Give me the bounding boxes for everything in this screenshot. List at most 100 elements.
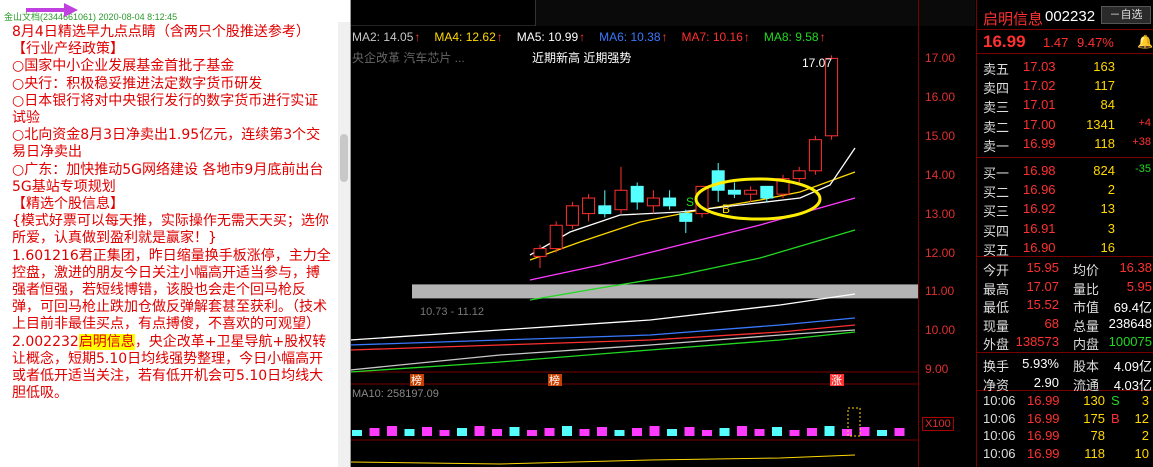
- sell-vol: 1341: [1086, 116, 1115, 132]
- buy-level[interactable]: 买三 16.92 13: [977, 199, 1153, 221]
- buy-vol: 2: [1107, 182, 1115, 198]
- volume-bar: [352, 430, 362, 436]
- stat-k2: 量比: [1073, 282, 1100, 298]
- tick-list[interactable]: 10:06 16.99 130 S 3 10:06 16.99 175 B 12 10:06 16.9…: [977, 391, 1153, 461]
- candle-body: [711, 170, 725, 191]
- quote-stats: 今开 15.95 均价 16.38 最高 17.07 量比 5.95 最低 15.52 市值 69.4…: [977, 257, 1153, 353]
- buy-label: 买三: [983, 205, 1010, 221]
- sell-vol: 163: [1093, 59, 1115, 74]
- volume-bar: [894, 428, 905, 436]
- buy-level[interactable]: 买四 16.91 3: [977, 219, 1153, 240]
- note-paragraph: ○国家中小企业发展基金首批子基金: [12, 58, 235, 75]
- tick-row[interactable]: 10:06 16.99 118 10: [977, 444, 1153, 462]
- tick-p: 16.99: [1027, 445, 1060, 461]
- ma-legend-value: MA4: 12.62: [434, 30, 496, 44]
- volume-bar: [877, 430, 887, 436]
- candle-body: [614, 189, 628, 211]
- note-panel[interactable]: 金山文档(2344661061) 2020-08-04 8:12:45 8月4日…: [0, 0, 351, 467]
- sell-level[interactable]: 卖一 16.99 118 +38: [977, 134, 1153, 155]
- candle-body: [727, 189, 741, 195]
- tick-row[interactable]: 10:06 16.99 175 B 12: [977, 409, 1153, 427]
- price-tick-label: 17.00: [925, 51, 956, 65]
- sell-level[interactable]: 卖五 17.03 163: [977, 57, 1153, 78]
- stat-k1: 外盘: [983, 338, 1010, 353]
- add-watchlist-button[interactable]: －自选: [1101, 6, 1151, 24]
- candle-body: [598, 205, 612, 215]
- candle-body: [630, 185, 644, 203]
- note-paragraph: ○日本银行将对中央银行发行的数字货币进行实证试验: [12, 92, 319, 127]
- tick-t: 10:06: [983, 393, 1016, 408]
- quote-price-row: 16.99 1.47 9.47% 🔔: [977, 30, 1153, 54]
- note-paragraph: ○北向资金8月3日净卖出1.95亿元，连续第3个交易日净卖出: [12, 127, 321, 161]
- concept-tag-list[interactable]: 近期新高 近期强势: [532, 49, 631, 66]
- stat-k1: 换手: [983, 360, 1010, 375]
- highlight-ellipse: [694, 177, 822, 221]
- ma-line: [349, 331, 856, 373]
- sell-vol: 117: [1094, 78, 1115, 94]
- note-paragraph: 1.601216君正集团，昨日缩量换手板涨停，主力全控盘，激进的朋友今日关注小幅…: [12, 247, 331, 333]
- ma-legend-item: MA7: 10.16↑: [682, 30, 750, 44]
- buy-label: 买四: [983, 224, 1010, 240]
- stat-k2: 市值: [1073, 301, 1100, 316]
- tick-t: 10:06: [983, 410, 1016, 426]
- tick-row[interactable]: 10:06 16.99 130 S 3: [977, 391, 1153, 409]
- note-paragraph: {模式好票可以每天推，实际操作无需天天买；选你所爱，认真做到盈利就是赢家！}: [12, 213, 329, 247]
- stat-k2: 内盘: [1073, 338, 1100, 353]
- price-tick-label: 16.00: [925, 89, 956, 104]
- note-scrollbar[interactable]: [338, 22, 350, 467]
- tick-n: 3: [1141, 393, 1149, 408]
- sell-level[interactable]: 卖四 17.02 117: [977, 76, 1153, 97]
- candle-body: [565, 205, 579, 226]
- sell-level[interactable]: 卖二 17.00 1341 +4: [977, 115, 1153, 136]
- candle-body: [582, 197, 596, 215]
- tick-row[interactable]: 10:06 16.99 78 2: [977, 426, 1153, 444]
- buy-price: 16.92: [1023, 201, 1056, 217]
- buy-level[interactable]: 买二 16.96 2: [977, 180, 1153, 201]
- volume-bar: [474, 426, 485, 436]
- volume-bar: [859, 427, 870, 436]
- sell-price: 17.01: [1023, 97, 1056, 113]
- stat-v1: 17.07: [1026, 278, 1059, 294]
- quote-title-bar: 启明信息 002232 －自选: [977, 0, 1153, 30]
- buy-level[interactable]: 买一 16.98 824 -35: [977, 161, 1153, 182]
- ma-legend-item: MA2: 14.05↑: [352, 30, 420, 44]
- event-mark: 榜: [549, 373, 560, 387]
- stat-k1: 今开: [983, 264, 1010, 279]
- tick-n: 2: [1141, 428, 1149, 443]
- up-arrow-icon: ↑: [743, 30, 750, 44]
- buy-label: 买五: [983, 243, 1010, 259]
- sell-level[interactable]: 卖三 17.01 84: [977, 95, 1153, 116]
- volume-bar: [824, 426, 835, 436]
- sell-vol: 118: [1094, 135, 1115, 151]
- sell-price: 16.99: [1023, 135, 1056, 151]
- ma-legend-value: MA7: 10.16: [681, 30, 743, 44]
- buy-level[interactable]: 买五 16.90 16: [977, 238, 1153, 259]
- volume-bar: [807, 428, 817, 436]
- s-marker: S: [686, 195, 694, 209]
- note-paragraph: 【精选个股信息】: [12, 196, 124, 213]
- concept-faint: 央企改革 汽车芯片 ...: [352, 51, 465, 65]
- note-scrollbar-thumb[interactable]: [340, 134, 348, 182]
- sell-vol: 84: [1100, 97, 1115, 113]
- up-arrow-icon: ↑: [661, 30, 668, 44]
- buy-price: 16.90: [1023, 239, 1056, 255]
- note-body: 8月4日精选早九点点睛（含两只个股推送参考） 【行业产经政策】 ○国家中小企业发展基…: [0, 22, 350, 402]
- stock-code[interactable]: 002232: [1045, 8, 1095, 25]
- tick-p: 16.99: [1027, 410, 1060, 426]
- stock-name[interactable]: 启明信息: [983, 8, 1043, 29]
- ma-legend-value: MA2: 14.05: [352, 30, 414, 44]
- tick-v: 78: [1090, 428, 1105, 443]
- volume-bar: [842, 429, 852, 436]
- ma-legend-item: MA6: 10.38↑: [599, 30, 667, 44]
- volume-bar: [719, 428, 730, 436]
- price-tick-label: 10.00: [925, 323, 956, 338]
- tick-t: 10:06: [983, 445, 1016, 461]
- stat-v1: 2.90: [1033, 374, 1059, 390]
- stat-row: 最低 15.52 市值 69.4亿: [977, 296, 1153, 316]
- bell-icon[interactable]: 🔔: [1137, 34, 1153, 50]
- stat-k2: 均价: [1073, 264, 1100, 279]
- tick-d: S: [1111, 393, 1120, 408]
- volume-ma10-label: MA10: 258197.09: [352, 388, 439, 400]
- volume-bar: [387, 426, 397, 436]
- price-tick-label: 13.00: [925, 206, 956, 221]
